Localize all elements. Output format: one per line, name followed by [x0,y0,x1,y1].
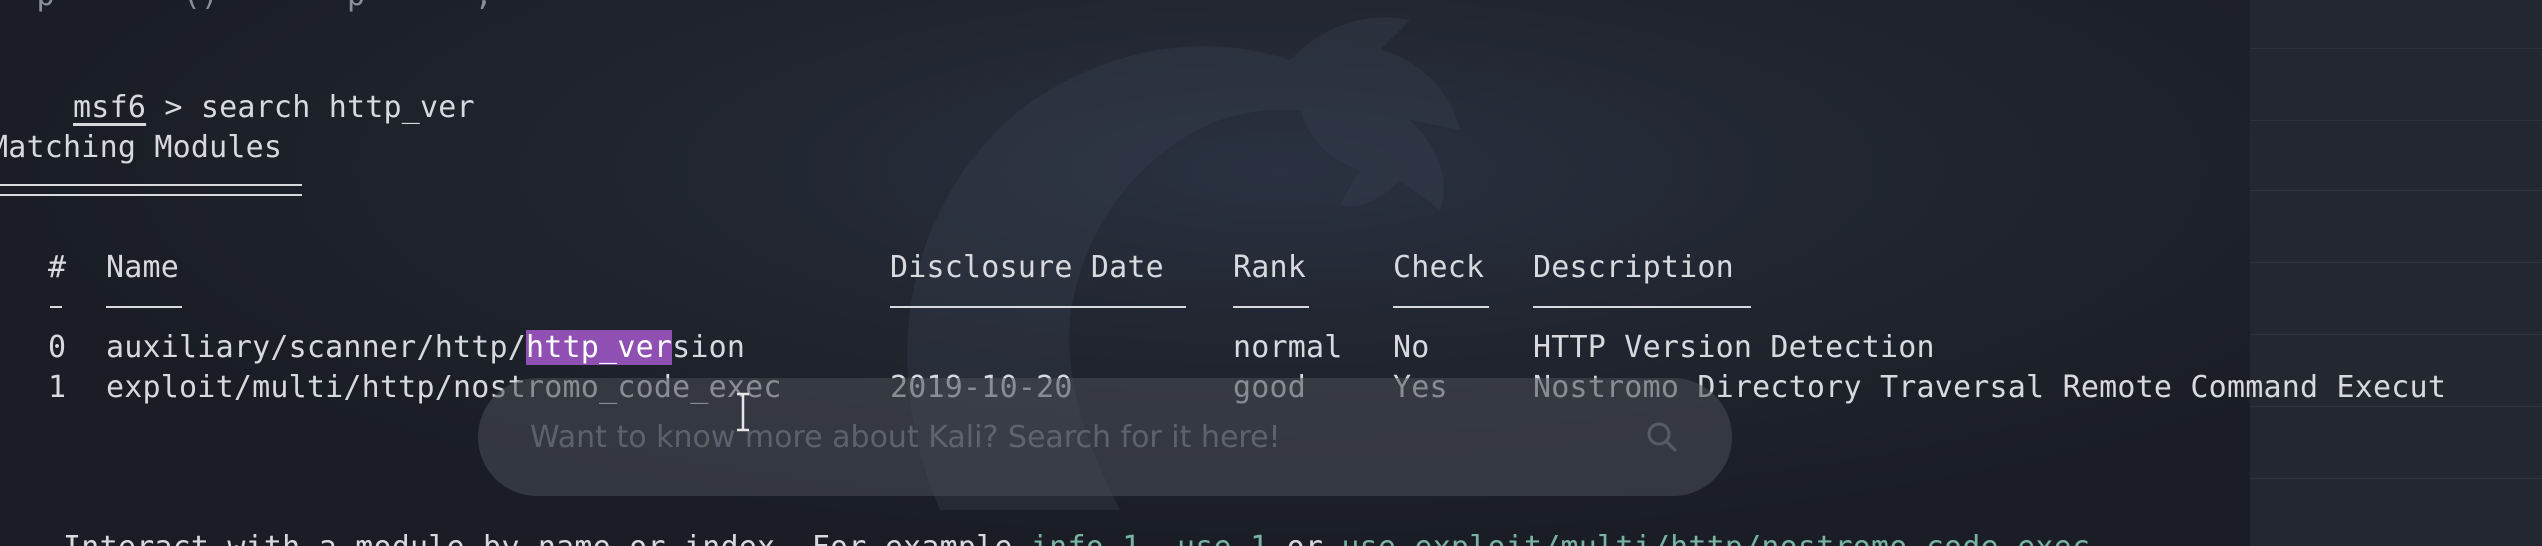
hint-line: Interact with a module by name or index.… [0,488,2090,546]
text-cursor-icon [737,392,749,432]
prompt-line[interactable]: msf6 > search http_ver [0,48,475,125]
hint-command-use-path[interactable]: use exploit/multi/http/nostromo_code_exe… [1341,530,2090,546]
section-title-underline [0,184,302,196]
hint-command-use-index[interactable]: use 1 [1177,530,1268,546]
header-date: Disclosure Date [890,250,1164,285]
header-rank: Rank [1233,250,1307,285]
hint-prefix: Interact with a module by name or index.… [63,530,1031,546]
table-row: 0 auxiliary/scanner/http/http_version no… [0,328,2542,368]
prompt-command: search http_ver [200,90,475,125]
terminal-window[interactable]: p () p , msf6 > search http_ver Matching… [0,0,2542,546]
section-title: Matching Modules [0,130,283,165]
row-num: 1 [48,370,67,405]
search-icon[interactable] [1645,420,1679,454]
row-check: No [1393,330,1430,365]
prompt-arrow: > [146,90,201,125]
hint-command-info[interactable]: info 1 [1031,530,1141,546]
header-num: # [48,250,67,285]
table-header-row: # Name Disclosure Date Rank Check Descri… [0,248,2542,288]
header-desc: Description [1533,250,1734,285]
header-name: Name [106,250,180,285]
header-check: Check [1393,250,1485,285]
row-name[interactable]: auxiliary/scanner/http/http_version [106,328,745,368]
row-desc: HTTP Version Detection [1533,330,1935,365]
row-rank: normal [1233,330,1343,365]
prompt-name: msf6 [73,90,147,125]
search-placeholder[interactable]: Want to know more about Kali? Search for… [530,418,1281,458]
search-highlight: http_ver [526,330,673,365]
partial-output-line: p () p , [0,0,493,16]
row-num: 0 [48,330,67,365]
